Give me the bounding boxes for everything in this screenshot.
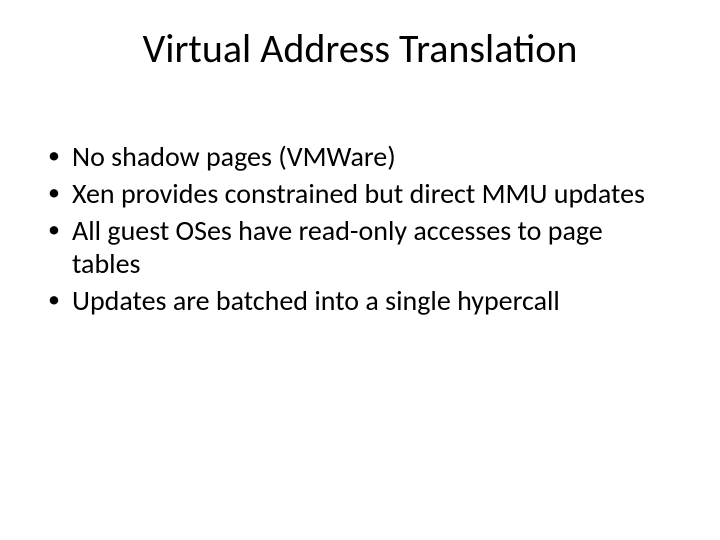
- slide: Virtual Address Translation No shadow pa…: [0, 0, 720, 540]
- bullet-list: No shadow pages (VMWare) Xen provides co…: [44, 140, 660, 317]
- slide-title: Virtual Address Translation: [0, 24, 720, 73]
- list-item: Updates are batched into a single hyperc…: [44, 284, 660, 317]
- list-item: All guest OSes have read-only accesses t…: [44, 214, 660, 280]
- list-item: Xen provides constrained but direct MMU …: [44, 177, 660, 210]
- list-item: No shadow pages (VMWare): [44, 140, 660, 173]
- slide-body: No shadow pages (VMWare) Xen provides co…: [44, 140, 660, 321]
